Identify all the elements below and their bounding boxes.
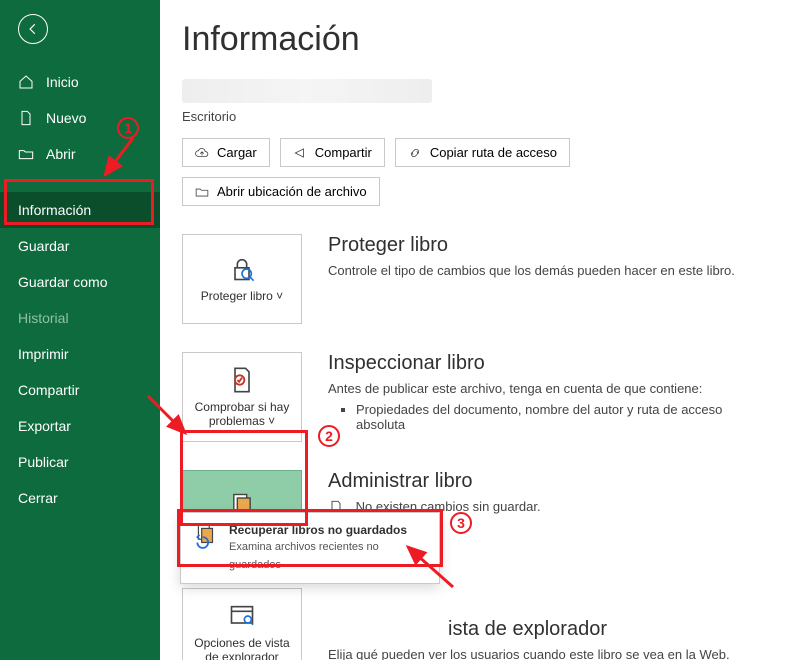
sidebar-item-nuevo[interactable]: Nuevo: [0, 100, 160, 136]
popup-title: Recuperar libros no guardados: [229, 523, 427, 537]
check-document-icon: [228, 366, 256, 394]
tile-label: Proteger libro ˅: [201, 289, 283, 303]
section-title: Proteger libro: [328, 234, 766, 257]
section-desc: Controle el tipo de cambios que los demá…: [328, 263, 766, 278]
sidebar-item-label: Imprimir: [18, 346, 69, 362]
browser-view-icon: [228, 602, 256, 630]
section-protect: Proteger libro ˅ Proteger libro Controle…: [182, 234, 766, 324]
sidebar: Inicio Nuevo Abrir Información Guardar G…: [0, 0, 160, 660]
btn-label: Abrir ubicación de archivo: [217, 184, 367, 199]
file-name-placeholder: [182, 79, 432, 103]
page-title: Información: [182, 20, 766, 59]
sidebar-item-label: Inicio: [46, 74, 79, 90]
back-button[interactable]: [18, 14, 48, 44]
tile-label: Opciones de vista de explorador: [189, 636, 295, 660]
cloud-upload-icon: [195, 146, 209, 160]
btn-label: Cargar: [217, 145, 257, 160]
sidebar-item-compartir[interactable]: Compartir: [0, 372, 160, 408]
sidebar-item-label: Información: [18, 202, 91, 218]
popup-text: Recuperar libros no guardados Examina ar…: [229, 523, 427, 573]
upload-button[interactable]: Cargar: [182, 138, 270, 167]
section-desc: Elija qué pueden ver los usuarios cuando…: [328, 647, 766, 660]
file-location: Escritorio: [182, 109, 766, 124]
sidebar-item-label: Publicar: [18, 454, 69, 470]
sidebar-item-cerrar[interactable]: Cerrar: [0, 480, 160, 516]
sidebar-item-label: Guardar: [18, 238, 69, 254]
sidebar-item-label: Nuevo: [46, 110, 86, 126]
sidebar-item-exportar[interactable]: Exportar: [0, 408, 160, 444]
section-title: ista de explorador: [328, 618, 766, 641]
protect-workbook-tile[interactable]: Proteger libro ˅: [182, 234, 302, 324]
sidebar-item-label: Guardar como: [18, 274, 107, 290]
share-button[interactable]: Compartir: [280, 138, 385, 167]
sidebar-item-historial: Historial: [0, 300, 160, 336]
sidebar-item-label: Historial: [18, 310, 69, 326]
bullet-item: Propiedades del documento, nombre del au…: [356, 402, 766, 432]
sidebar-item-imprimir[interactable]: Imprimir: [0, 336, 160, 372]
popup-desc: Examina archivos recientes no guardados: [229, 541, 379, 571]
sidebar-item-guardar-como[interactable]: Guardar como: [0, 264, 160, 300]
section-inspect: Comprobar si hay problemas ˅ Inspecciona…: [182, 352, 766, 442]
section-title: Inspeccionar libro: [328, 352, 766, 375]
sidebar-item-guardar[interactable]: Guardar: [0, 228, 160, 264]
inspect-bullets: Propiedades del documento, nombre del au…: [328, 402, 766, 432]
section-title: Administrar libro: [328, 470, 766, 493]
open-location-button[interactable]: Abrir ubicación de archivo: [182, 177, 380, 206]
recover-unsaved-item[interactable]: Recuperar libros no guardados Examina ar…: [181, 513, 439, 583]
file-icon: [18, 110, 34, 126]
manage-workbook-dropdown: Recuperar libros no guardados Examina ar…: [180, 512, 440, 584]
tile-label: Comprobar si hay problemas ˅: [189, 400, 295, 428]
sidebar-item-abrir[interactable]: Abrir: [0, 136, 160, 172]
browser-view-tile[interactable]: Opciones de vista de explorador: [182, 588, 302, 660]
btn-label: Compartir: [315, 145, 372, 160]
folder-open-icon: [18, 146, 34, 162]
sidebar-item-publicar[interactable]: Publicar: [0, 444, 160, 480]
copy-path-button[interactable]: Copiar ruta de acceso: [395, 138, 570, 167]
home-icon: [18, 74, 34, 90]
sidebar-item-label: Compartir: [18, 382, 79, 398]
check-issues-tile[interactable]: Comprobar si hay problemas ˅: [182, 352, 302, 442]
section-browser-view: Opciones de vista de explorador ista de …: [182, 588, 766, 660]
sidebar-item-label: Abrir: [46, 146, 76, 162]
sidebar-item-inicio[interactable]: Inicio: [0, 64, 160, 100]
arrow-left-icon: [26, 22, 40, 36]
action-row: Cargar Compartir Copiar ruta de acceso A…: [182, 138, 766, 206]
sidebar-item-label: Exportar: [18, 418, 71, 434]
link-icon: [408, 146, 422, 160]
btn-label: Copiar ruta de acceso: [430, 145, 557, 160]
share-icon: [293, 146, 307, 160]
recover-icon: [193, 523, 219, 549]
sidebar-item-informacion[interactable]: Información: [0, 192, 160, 228]
sidebar-item-label: Cerrar: [18, 490, 58, 506]
folder-icon: [195, 185, 209, 199]
lock-icon: [228, 255, 256, 283]
section-desc: Antes de publicar este archivo, tenga en…: [328, 381, 766, 396]
